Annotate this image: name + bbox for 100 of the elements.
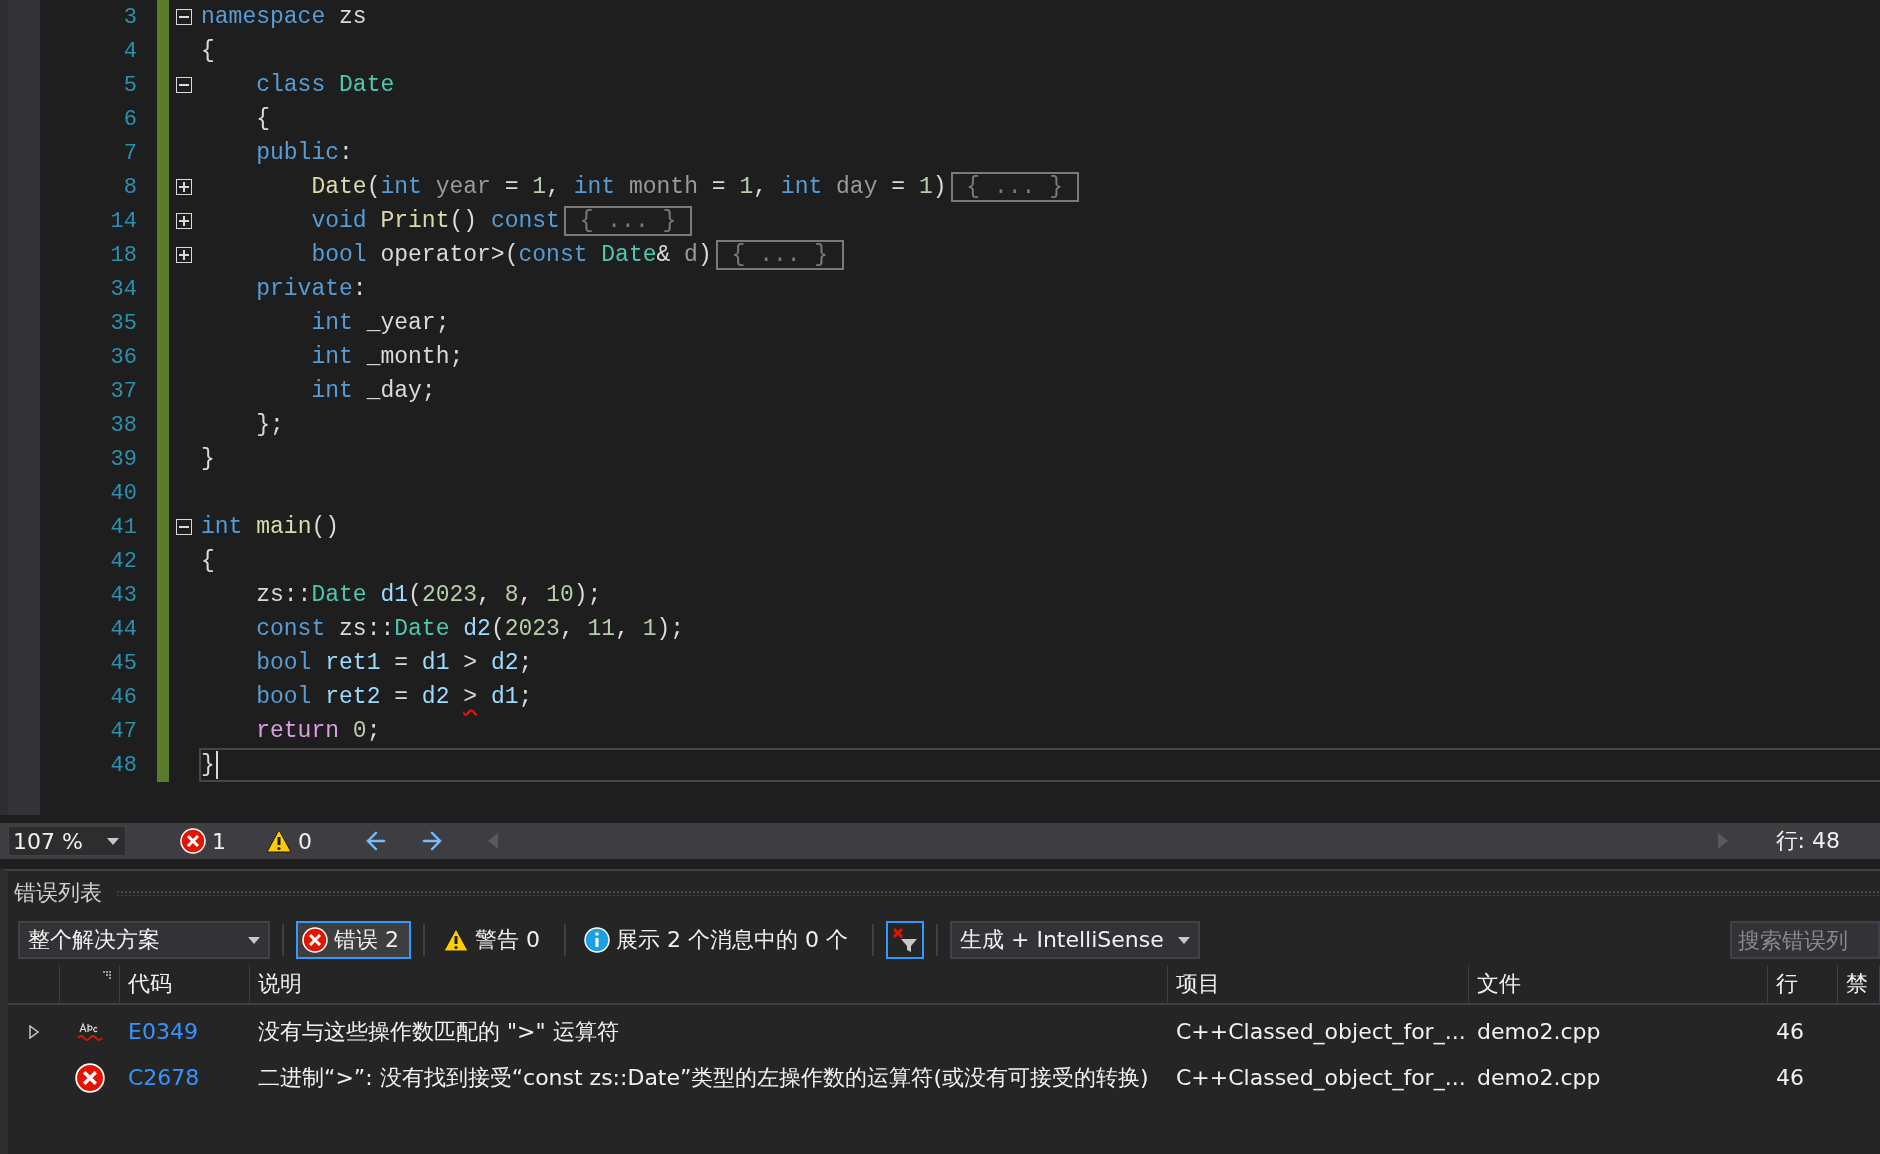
- column-header[interactable]: 禁: [1846, 969, 1868, 999]
- expand-icon[interactable]: [176, 247, 192, 263]
- code-token: 11: [587, 616, 616, 642]
- line-number: 48: [109, 752, 138, 778]
- code-token: private: [255, 276, 353, 302]
- line-number: 44: [109, 616, 138, 642]
- line-number: 8: [122, 174, 138, 200]
- column-grip-icon[interactable]: [103, 971, 111, 979]
- code-token: ): [697, 242, 712, 268]
- line-number: 42: [109, 548, 138, 574]
- code-token: Date: [310, 174, 367, 200]
- warning-count: 0: [298, 828, 312, 854]
- line-number: 41: [109, 514, 138, 540]
- collapsed-block[interactable]: { ... }: [950, 172, 1079, 202]
- code-token: =: [503, 174, 520, 200]
- code-token: zs::: [255, 582, 312, 608]
- code-token: d1: [379, 582, 409, 608]
- code-token: 2023: [421, 582, 478, 608]
- panel-grip[interactable]: [116, 890, 1880, 896]
- zoom-dropdown[interactable]: 107 %: [8, 826, 126, 856]
- code-token: }: [201, 752, 215, 778]
- code-token: );: [573, 582, 602, 608]
- line-number-cell-text: 46: [1775, 1065, 1805, 1091]
- code-token: int: [310, 378, 353, 404]
- spell-check-icon: [77, 1021, 103, 1043]
- code-token: int: [310, 310, 353, 336]
- code-token: ,: [546, 174, 561, 200]
- warning-icon: [443, 928, 469, 952]
- filter-toggle[interactable]: 错误 2: [296, 921, 411, 959]
- code-token: void: [310, 208, 367, 234]
- expand-icon[interactable]: [176, 213, 192, 229]
- code-token: ,: [477, 582, 492, 608]
- code-token: ,: [559, 616, 575, 642]
- error-code-link[interactable]: E0349: [120, 1019, 250, 1045]
- code-token: int: [573, 174, 616, 200]
- collapse-icon[interactable]: [176, 9, 192, 25]
- scope-dropdown[interactable]: 整个解决方案: [18, 921, 270, 959]
- code-token: 2023: [504, 616, 560, 642]
- filter-toggle[interactable]: 警告 0: [437, 921, 552, 959]
- code-token: (: [408, 582, 422, 608]
- column-header[interactable]: 项目: [1176, 969, 1220, 999]
- error-description: 二进制“>”: 没有找到接受“const zs::Date”类型的左操作数的运算符(或没有可接受的转换): [257, 1065, 1150, 1091]
- expand-arrow-icon[interactable]: [28, 1025, 40, 1039]
- code-token: d: [683, 242, 698, 268]
- code-token: operator>(: [379, 242, 519, 268]
- collapsed-block[interactable]: { ... }: [715, 240, 844, 270]
- code-token: };: [255, 412, 284, 438]
- code-token: (: [366, 174, 381, 200]
- code-token: 1: [739, 174, 754, 200]
- code-token: const: [255, 616, 326, 642]
- line-number: 43: [109, 582, 138, 608]
- code-token: month: [627, 174, 698, 200]
- column-header[interactable]: 行: [1776, 969, 1798, 999]
- code-token: }: [201, 446, 215, 472]
- code-token: bool: [310, 242, 367, 268]
- clear-filter-button[interactable]: [885, 921, 924, 959]
- code-token: ;: [366, 718, 381, 744]
- expand-icon[interactable]: [176, 179, 192, 195]
- column-header[interactable]: 说明: [258, 969, 302, 999]
- code-token: 10: [546, 582, 574, 608]
- code-token: _month;: [365, 344, 464, 370]
- line-number: 5: [122, 72, 138, 98]
- code-token: ;: [518, 684, 533, 710]
- file-name: demo2.cpp: [1476, 1065, 1602, 1091]
- code-token: &: [656, 242, 671, 268]
- collapse-icon[interactable]: [176, 77, 192, 93]
- line-number: 18: [109, 242, 138, 268]
- line-number: 40: [109, 480, 138, 506]
- code-token: ;: [518, 650, 533, 676]
- collapse-icon[interactable]: [176, 519, 192, 535]
- code-token: d2: [462, 616, 491, 642]
- code-token: zs: [338, 4, 367, 30]
- code-token: 0: [351, 718, 367, 744]
- line-position: 行: 48: [1775, 827, 1840, 855]
- line-number: 7: [122, 140, 138, 166]
- code-token: int: [310, 344, 353, 370]
- panel-title: 错误列表: [14, 879, 102, 907]
- code-token: 1: [642, 616, 657, 642]
- filter-toggle[interactable]: 展示 2 个消息中的 0 个: [578, 921, 860, 959]
- column-header[interactable]: 代码: [128, 969, 172, 999]
- code-token: (): [311, 514, 340, 540]
- code-token: return: [255, 718, 340, 744]
- search-field[interactable]: 搜索错误列: [1730, 921, 1880, 959]
- error-code-link[interactable]: C2678: [120, 1065, 250, 1091]
- collapsed-block[interactable]: { ... }: [563, 206, 693, 236]
- code-token: {: [201, 38, 215, 64]
- error-token: >: [463, 684, 478, 710]
- source-dropdown[interactable]: 生成 + IntelliSense: [949, 921, 1200, 959]
- column-header[interactable]: 文件: [1477, 969, 1521, 999]
- code-token: =: [890, 174, 907, 200]
- code-token: =: [710, 174, 727, 200]
- code-token: class: [255, 72, 326, 98]
- project-name: C++Classed_object_for_...: [1175, 1065, 1467, 1091]
- error-count: 1: [212, 828, 226, 854]
- code-token: public: [255, 140, 340, 166]
- code-token: _year;: [365, 310, 450, 336]
- code-token: bool: [255, 650, 312, 676]
- code-token: ,: [753, 174, 769, 200]
- code-token: (): [449, 208, 479, 234]
- code-token: 8: [504, 582, 519, 608]
